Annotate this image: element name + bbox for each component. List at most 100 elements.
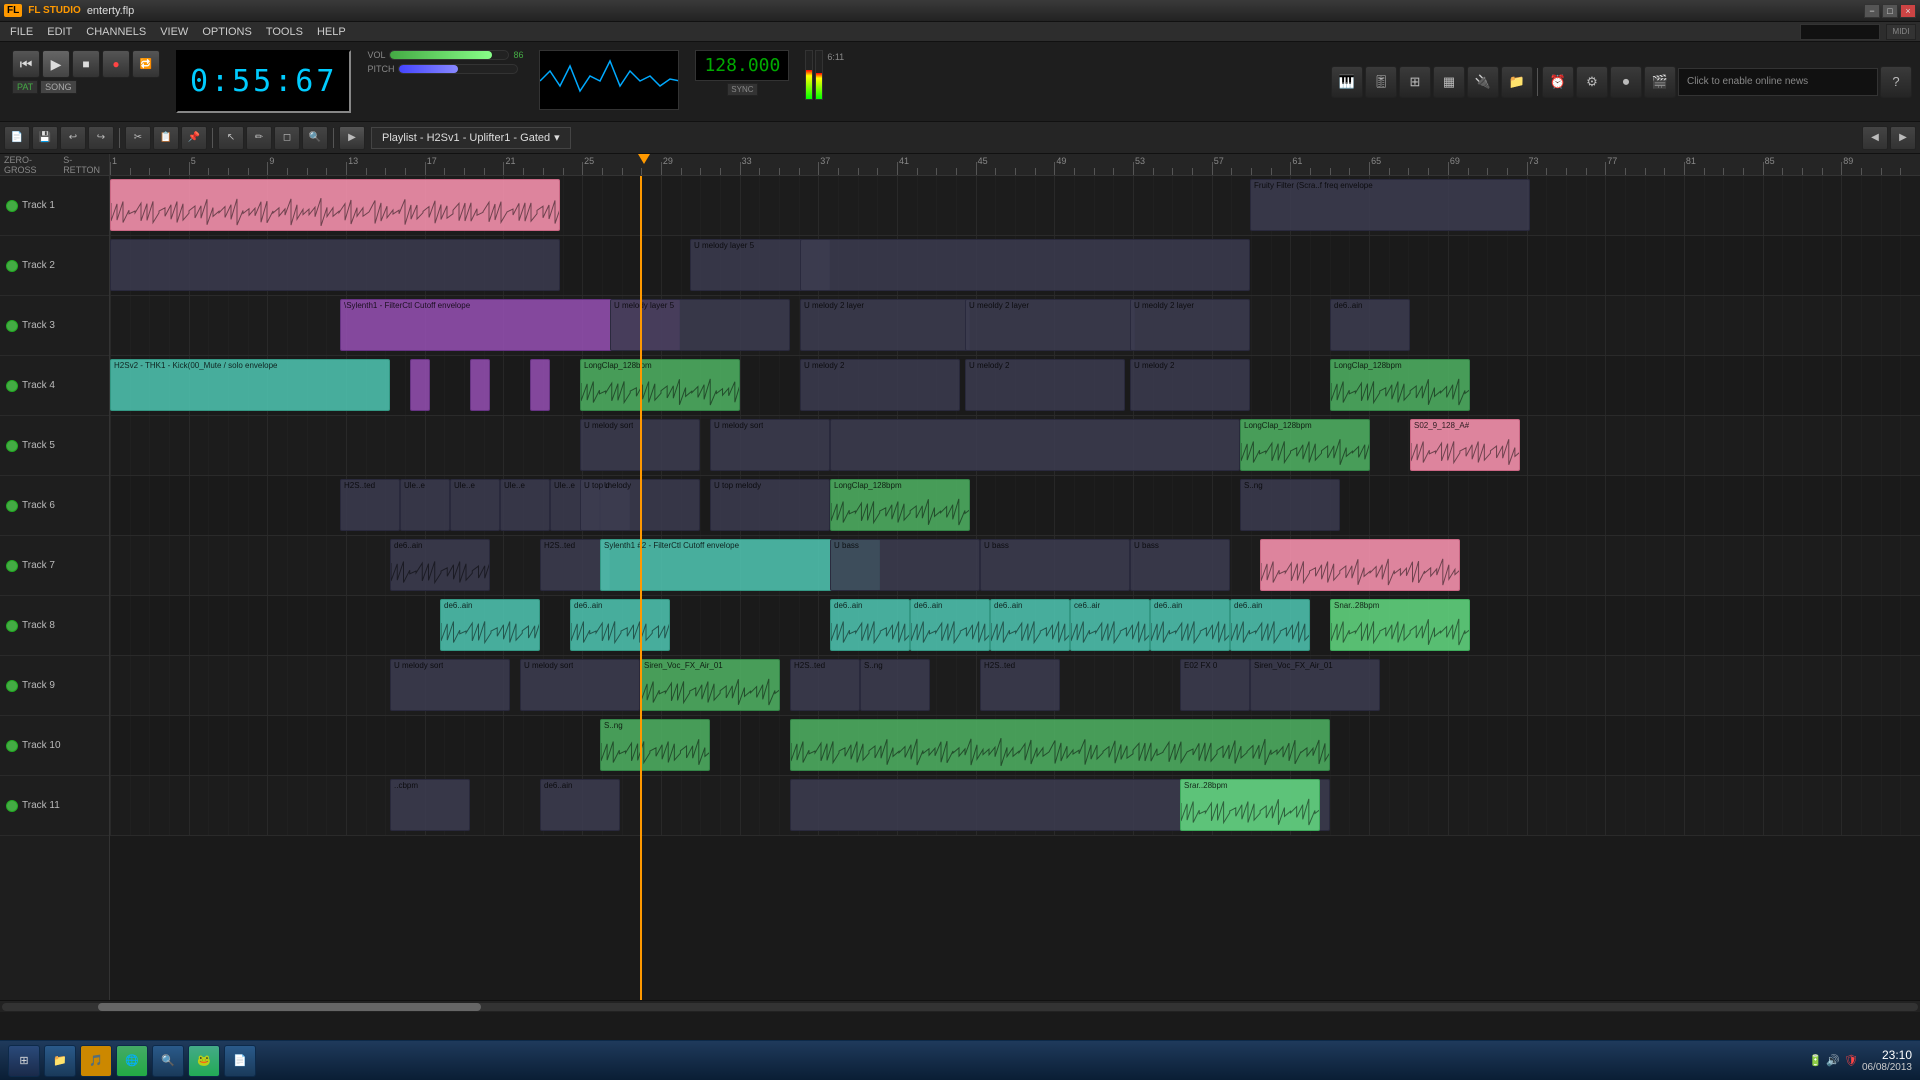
clip-8-7[interactable]: de6..ain bbox=[1230, 599, 1310, 651]
clip-4-7[interactable]: U melody 2 bbox=[1130, 359, 1250, 411]
clip-8-8[interactable]: Snar..28bpm bbox=[1330, 599, 1470, 651]
track-mute-4[interactable] bbox=[6, 380, 18, 392]
stop-button[interactable]: ■ bbox=[72, 50, 100, 78]
master-pitch-slider[interactable] bbox=[398, 64, 518, 74]
track-mute-6[interactable] bbox=[6, 500, 18, 512]
prev-button[interactable]: ⏮ bbox=[12, 50, 40, 78]
erase-btn[interactable]: ◻ bbox=[274, 126, 300, 150]
clip-6-1[interactable]: Ule..e bbox=[400, 479, 450, 531]
clip-9-7[interactable]: Siren_Voc_FX_Air_01 bbox=[1250, 659, 1380, 711]
clip-6-8[interactable]: LongClap_128bpm bbox=[830, 479, 970, 531]
track-row-1[interactable]: Fruity Filter (Scra..f freq envelope bbox=[110, 176, 1920, 236]
channel-rack-btn[interactable]: ⊞ bbox=[1399, 66, 1431, 98]
clip-4-8[interactable]: LongClap_128bpm bbox=[1330, 359, 1470, 411]
clip-8-2[interactable]: de6..ain bbox=[830, 599, 910, 651]
menu-help[interactable]: HELP bbox=[311, 24, 352, 40]
clip-8-5[interactable]: ce6..air bbox=[1070, 599, 1150, 651]
pattern-btn[interactable]: ▦ bbox=[1433, 66, 1465, 98]
minimize-button[interactable]: − bbox=[1864, 4, 1880, 18]
sync-btn[interactable]: SYNC bbox=[727, 83, 757, 96]
track-mute-1[interactable] bbox=[6, 200, 18, 212]
clip-11-0[interactable]: ..cbpm bbox=[390, 779, 470, 831]
clip-5-2[interactable] bbox=[830, 419, 1240, 471]
playlist-dropdown-icon[interactable]: ▾ bbox=[554, 131, 560, 144]
ruler-area[interactable]: 1591317212529333741454953576165697377818… bbox=[110, 154, 1920, 176]
undo-btn[interactable]: ↩ bbox=[60, 126, 86, 150]
clip-2-2[interactable] bbox=[800, 239, 1250, 291]
winamp-btn[interactable]: 🎵 bbox=[80, 1045, 112, 1077]
clip-6-3[interactable]: Ule..e bbox=[500, 479, 550, 531]
track-mute-7[interactable] bbox=[6, 560, 18, 572]
close-button[interactable]: × bbox=[1900, 4, 1916, 18]
clip-1-0[interactable] bbox=[110, 179, 560, 231]
draw-btn[interactable]: ✏ bbox=[246, 126, 272, 150]
clip-7-5[interactable]: U bass bbox=[1130, 539, 1230, 591]
clip-9-5[interactable]: H2S..ted bbox=[980, 659, 1060, 711]
new-btn[interactable]: 📄 bbox=[4, 126, 30, 150]
pat-mode[interactable]: PAT bbox=[12, 80, 38, 94]
clip-11-1[interactable]: de6..ain bbox=[540, 779, 620, 831]
track-mute-9[interactable] bbox=[6, 680, 18, 692]
clip-9-1[interactable]: U melody sort bbox=[520, 659, 640, 711]
clip-6-6[interactable]: U top melody bbox=[580, 479, 700, 531]
clip-4-2[interactable] bbox=[470, 359, 490, 411]
browser-btn[interactable]: 📁 bbox=[1501, 66, 1533, 98]
clip-9-4[interactable]: S..ng bbox=[860, 659, 930, 711]
clip-4-6[interactable]: U melody 2 bbox=[965, 359, 1125, 411]
scroll-right-btn[interactable]: ▶ bbox=[1890, 126, 1916, 150]
clip-9-2[interactable]: Siren_Voc_FX_Air_01 bbox=[640, 659, 780, 711]
track-row-11[interactable]: ..cbpmde6..ainSrar..28bpm bbox=[110, 776, 1920, 836]
playhead-indicator[interactable] bbox=[638, 154, 650, 164]
record-btn2[interactable]: ⏺ bbox=[1610, 66, 1642, 98]
track-mute-5[interactable] bbox=[6, 440, 18, 452]
clip-9-0[interactable]: U melody sort bbox=[390, 659, 510, 711]
play-button[interactable]: ▶ bbox=[42, 50, 70, 78]
menu-file[interactable]: FILE bbox=[4, 24, 39, 40]
clip-3-4[interactable]: U meoldy 2 layer bbox=[1130, 299, 1250, 351]
loop-button[interactable]: 🔁 bbox=[132, 50, 160, 78]
clip-9-3[interactable]: H2S..ted bbox=[790, 659, 860, 711]
help-btn[interactable]: ? bbox=[1880, 66, 1912, 98]
scroll-left-btn[interactable]: ◀ bbox=[1862, 126, 1888, 150]
clip-3-3[interactable]: U meoldy 2 layer bbox=[965, 299, 1135, 351]
frog-btn[interactable]: 🐸 bbox=[188, 1045, 220, 1077]
track-content[interactable]: Fruity Filter (Scra..f freq envelopeU me… bbox=[110, 176, 1920, 1000]
mixer-btn[interactable]: 🎚 bbox=[1365, 66, 1397, 98]
track-mute-8[interactable] bbox=[6, 620, 18, 632]
song-mode[interactable]: SONG bbox=[40, 80, 77, 94]
track-row-9[interactable]: U melody sortU melody sortSiren_Voc_FX_A… bbox=[110, 656, 1920, 716]
track-row-6[interactable]: H2S..tedUle..eUle..eUle..eUle..eUU top m… bbox=[110, 476, 1920, 536]
select-btn[interactable]: ↖ bbox=[218, 126, 244, 150]
track-mute-2[interactable] bbox=[6, 260, 18, 272]
clip-3-1[interactable]: U melody layer 5 bbox=[610, 299, 790, 351]
docs-btn[interactable]: 📄 bbox=[224, 1045, 256, 1077]
menu-channels[interactable]: CHANNELS bbox=[80, 24, 152, 40]
track-mute-10[interactable] bbox=[6, 740, 18, 752]
menu-tools[interactable]: TOOLS bbox=[260, 24, 309, 40]
clip-7-0[interactable]: de6..ain bbox=[390, 539, 490, 591]
menu-options[interactable]: OPTIONS bbox=[196, 24, 258, 40]
clip-9-6[interactable]: E02 FX 0 bbox=[1180, 659, 1250, 711]
clip-6-0[interactable]: H2S..ted bbox=[340, 479, 400, 531]
midi-btn[interactable]: MIDI bbox=[1886, 24, 1916, 40]
cut-btn[interactable]: ✂ bbox=[125, 126, 151, 150]
clip-6-7[interactable]: U top melody bbox=[710, 479, 830, 531]
record-button[interactable]: ● bbox=[102, 50, 130, 78]
clip-8-4[interactable]: de6..ain bbox=[990, 599, 1070, 651]
track-row-2[interactable]: U melody layer 5 bbox=[110, 236, 1920, 296]
name-input-area[interactable] bbox=[1800, 24, 1880, 40]
clip-7-4[interactable]: U bass bbox=[980, 539, 1130, 591]
clip-3-5[interactable]: de6..ain bbox=[1330, 299, 1410, 351]
playlist-play-btn[interactable]: ▶ bbox=[339, 126, 365, 150]
clip-8-6[interactable]: de6..ain bbox=[1150, 599, 1230, 651]
clip-3-2[interactable]: U melody 2 layer bbox=[800, 299, 970, 351]
clip-6-2[interactable]: Ule..e bbox=[450, 479, 500, 531]
track-row-10[interactable]: S..ng bbox=[110, 716, 1920, 776]
settings-btn[interactable]: ⚙ bbox=[1576, 66, 1608, 98]
clip-1-1[interactable]: Fruity Filter (Scra..f freq envelope bbox=[1250, 179, 1530, 231]
clip-8-0[interactable]: de6..ain bbox=[440, 599, 540, 651]
track-mute-11[interactable] bbox=[6, 800, 18, 812]
horizontal-scrollbar[interactable] bbox=[0, 1000, 1920, 1012]
render-btn[interactable]: 🎬 bbox=[1644, 66, 1676, 98]
clip-4-5[interactable]: U melody 2 bbox=[800, 359, 960, 411]
